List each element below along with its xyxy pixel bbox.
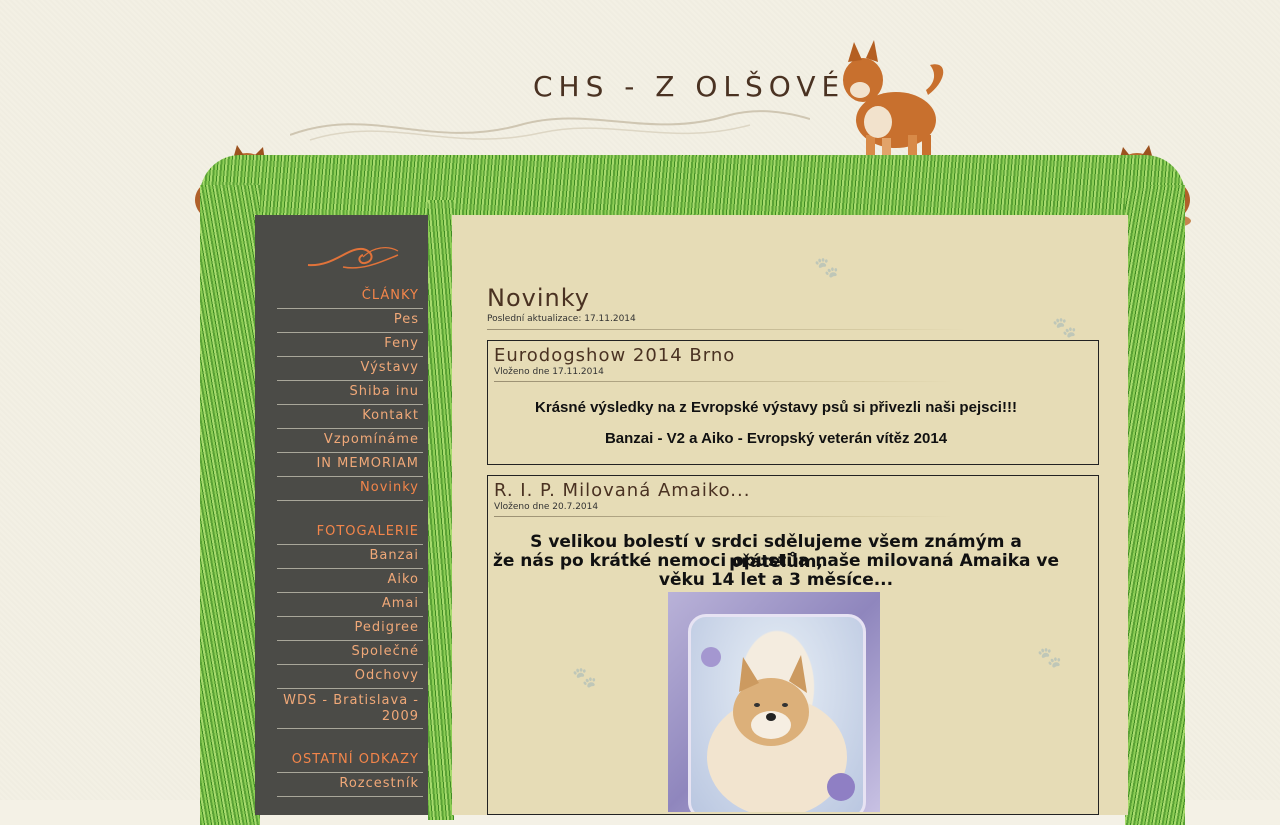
post-text-line: Krásné výsledky na z Evropské výstavy ps…: [535, 399, 1017, 416]
paw-print-icon: 🐾: [814, 255, 839, 279]
title-divider: [487, 329, 967, 330]
menu-item-amai[interactable]: Amai: [277, 593, 423, 617]
ornament-icon: [307, 247, 399, 269]
sidebar: ČLÁNKY Pes Feny Výstavy Shiba inu Kontak…: [255, 215, 428, 815]
grass-right-border: [1125, 185, 1185, 825]
menu-item-pedigree[interactable]: Pedigree: [277, 617, 423, 641]
grass-left-border: [200, 185, 260, 825]
menu-heading-clanky: ČLÁNKY: [277, 285, 423, 309]
post-text-line: věku 14 let a 3 měsíce...: [658, 570, 894, 590]
menu-item-kontakt[interactable]: Kontakt: [277, 405, 423, 429]
menu-item-novinky[interactable]: Novinky: [277, 477, 423, 501]
post-date: Vloženo dne 20.7.2014: [494, 502, 599, 512]
menu-item-rozcestnik[interactable]: Rozcestník: [277, 773, 423, 797]
menu-item-in-memoriam[interactable]: IN MEMORIAM: [277, 453, 423, 477]
menu-item-vzpominame[interactable]: Vzpomínáme: [277, 429, 423, 453]
post-date: Vloženo dne 17.11.2014: [494, 367, 604, 377]
menu-heading-fotogalerie: FOTOGALERIE: [277, 521, 423, 545]
post-title[interactable]: R. I. P. Milovaná Amaiko...: [494, 480, 750, 501]
post-text-line: že nás po krátké nemoci opustila naše mi…: [492, 551, 1060, 571]
dog-portrait-image: [701, 647, 855, 812]
sidebar-menu: ČLÁNKY Pes Feny Výstavy Shiba inu Kontak…: [277, 285, 423, 797]
page-title: Novinky: [487, 284, 590, 312]
last-updated: Poslední aktualizace: 17.11.2014: [487, 314, 636, 324]
menu-item-vystavy[interactable]: Výstavy: [277, 357, 423, 381]
menu-item-spolecne[interactable]: Společné: [277, 641, 423, 665]
menu-item-aiko[interactable]: Aiko: [277, 569, 423, 593]
menu-spacer: [277, 729, 423, 749]
photo-frame: [688, 614, 866, 812]
news-post: R. I. P. Milovaná Amaiko... Vloženo dne …: [487, 475, 1099, 815]
grass-divider: [428, 200, 454, 820]
post-text-line: Banzai - V2 a Aiko - Evropský veterán ví…: [604, 430, 948, 447]
post-title[interactable]: Eurodogshow 2014 Brno: [494, 345, 735, 366]
menu-item-feny[interactable]: Feny: [277, 333, 423, 357]
post-divider: [494, 516, 954, 517]
header-swoosh: [290, 110, 810, 141]
memorial-photo: [668, 592, 880, 812]
menu-item-odchovy[interactable]: Odchovy: [277, 665, 423, 689]
menu-spacer: [277, 501, 423, 521]
menu-item-banzai[interactable]: Banzai: [277, 545, 423, 569]
news-post: Eurodogshow 2014 Brno Vloženo dne 17.11.…: [487, 340, 1099, 465]
menu-item-pes[interactable]: Pes: [277, 309, 423, 333]
menu-item-wds-bratislava[interactable]: WDS - Bratislava - 2009: [277, 689, 423, 729]
menu-heading-ostatni-odkazy: OSTATNÍ ODKAZY: [277, 749, 423, 773]
menu-item-shiba-inu[interactable]: Shiba inu: [277, 381, 423, 405]
paw-print-icon: 🐾: [1052, 315, 1077, 339]
post-divider: [494, 381, 954, 382]
